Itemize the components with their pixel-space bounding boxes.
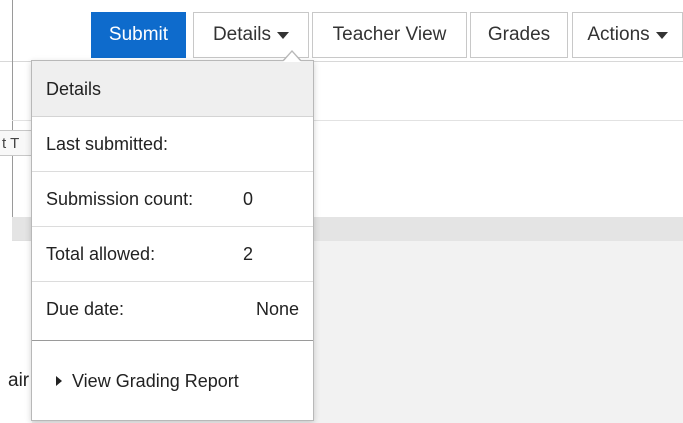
- submission-count-row: Submission count: 0: [32, 172, 313, 227]
- background-tab-chip[interactable]: t T: [0, 130, 32, 156]
- popover-title: Details: [32, 61, 313, 117]
- view-grading-report-link[interactable]: View Grading Report: [32, 341, 313, 421]
- due-date-value: None: [255, 299, 299, 319]
- due-date-label: Due date:: [46, 299, 125, 319]
- details-button-label: Details: [212, 24, 272, 45]
- grades-button[interactable]: Grades: [470, 12, 568, 58]
- submission-count-value: 0: [243, 188, 254, 209]
- teacher-view-button[interactable]: Teacher View: [312, 12, 467, 58]
- toolbar: Submit Details Teacher View Grades Actio…: [0, 0, 683, 62]
- submit-button-label: Submit: [108, 24, 169, 45]
- background-tab-text: t T: [2, 135, 20, 152]
- submission-count-label: Submission count:: [46, 188, 194, 209]
- teacher-view-label: Teacher View: [332, 24, 447, 45]
- last-submitted-label: Last submitted:: [46, 133, 169, 154]
- total-allowed-value: 2: [243, 243, 254, 264]
- content-panel: [12, 240, 32, 423]
- background-text-fragment: air: [8, 370, 30, 391]
- actions-label: Actions: [587, 24, 650, 45]
- total-allowed-row: Total allowed: 2: [32, 227, 313, 282]
- chevron-down-icon: [655, 31, 668, 39]
- popover-arrow-fill: [283, 52, 301, 62]
- view-grading-report-label: View Grading Report: [72, 370, 239, 391]
- submit-button[interactable]: Submit: [91, 12, 186, 58]
- chevron-down-icon: [277, 31, 290, 39]
- total-allowed-label: Total allowed:: [46, 243, 156, 264]
- details-popover: Details Last submitted: Submission count…: [31, 60, 314, 421]
- actions-dropdown-button[interactable]: Actions: [572, 12, 683, 58]
- grades-label: Grades: [487, 24, 551, 45]
- chevron-right-icon: [56, 376, 62, 386]
- due-date-row: Due date: None: [32, 282, 313, 337]
- last-submitted-row: Last submitted:: [32, 117, 313, 172]
